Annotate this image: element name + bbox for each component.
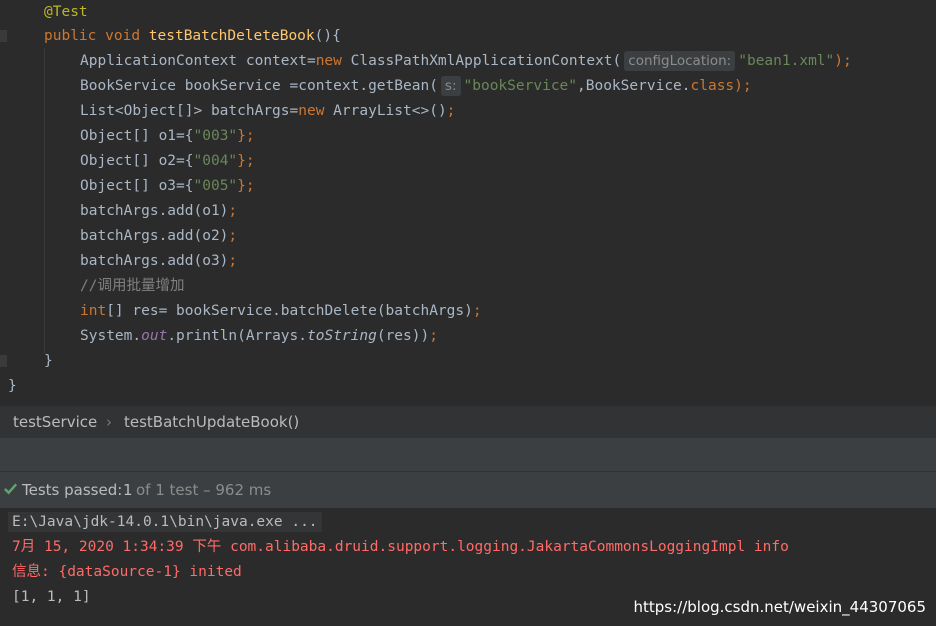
- breadcrumb-class[interactable]: testService: [13, 413, 97, 431]
- breadcrumb-method[interactable]: testBatchUpdateBook(): [124, 413, 299, 431]
- fold-marker[interactable]: [0, 355, 7, 367]
- code-line: Object[] o1={"003"};: [80, 128, 255, 144]
- code-line: //调用批量增加: [80, 278, 185, 294]
- console-result-line: [1, 1, 1]: [12, 589, 91, 605]
- check-icon: [3, 481, 18, 500]
- code-line: Object[] o2={"004"};: [80, 153, 255, 169]
- code-line: }: [8, 378, 17, 394]
- breadcrumb: testService › testBatchUpdateBook(): [0, 406, 936, 438]
- code-line: int[] res= bookService.batchDelete(batch…: [80, 303, 482, 319]
- panel-splitter[interactable]: [0, 438, 936, 471]
- test-status-bar: Tests passed: 1 of 1 test – 962 ms: [0, 472, 936, 508]
- code-line: }: [44, 353, 53, 369]
- parameter-hint: s:: [440, 76, 461, 96]
- fold-marker[interactable]: [0, 30, 7, 42]
- code-line: ApplicationContext context=new ClassPath…: [80, 51, 852, 71]
- parameter-hint: configLocation:: [624, 51, 736, 71]
- test-summary: of 1 test – 962 ms: [136, 481, 272, 499]
- code-line: Object[] o3={"005"};: [80, 178, 255, 194]
- code-editor[interactable]: @Test public void testBatchDeleteBook(){…: [0, 0, 936, 406]
- code-line: List<Object[]> batchArgs=new ArrayList<>…: [80, 103, 456, 119]
- watermark: https://blog.csdn.net/weixin_44307065: [633, 598, 926, 616]
- code-line: batchArgs.add(o3);: [80, 253, 238, 269]
- console-log-line: 信息: {dataSource-1} inited: [12, 564, 242, 580]
- test-status-label: Tests passed:: [22, 481, 123, 499]
- code-line: batchArgs.add(o2);: [80, 228, 238, 244]
- indent-guide: [44, 48, 45, 353]
- run-panel: Tests passed: 1 of 1 test – 962 ms E:\Ja…: [0, 471, 936, 626]
- code-line: public void testBatchDeleteBook(){: [44, 28, 341, 44]
- code-line: BookService bookService =context.getBean…: [80, 76, 752, 96]
- passed-count: 1: [123, 481, 133, 499]
- code-line: batchArgs.add(o1);: [80, 203, 238, 219]
- breadcrumb-separator: ›: [106, 413, 112, 431]
- code-line: System.out.println(Arrays.toString(res))…: [80, 328, 438, 344]
- console-command-line[interactable]: E:\Java\jdk-14.0.1\bin\java.exe ...: [8, 512, 322, 532]
- code-line: @Test: [44, 4, 88, 20]
- console-log-line: 7月 15, 2020 1:34:39 下午 com.alibaba.druid…: [12, 539, 789, 555]
